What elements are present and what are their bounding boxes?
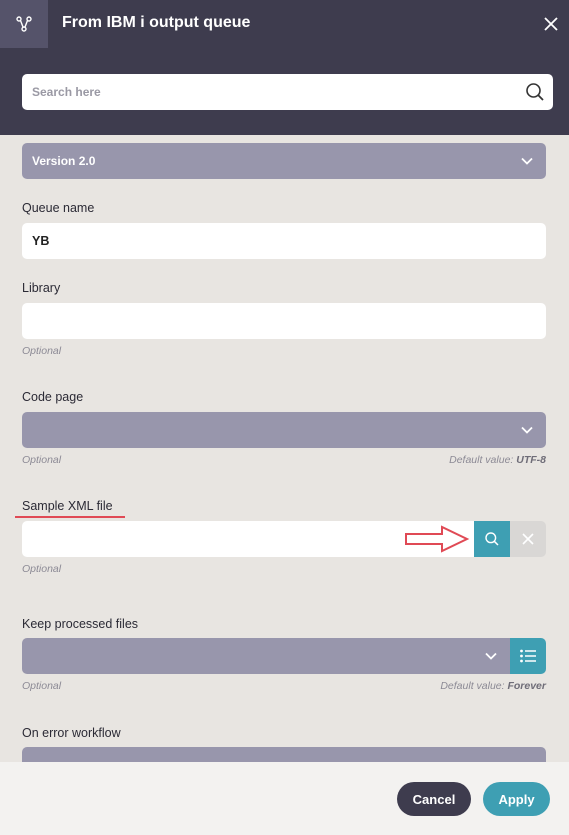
clear-file-button[interactable] xyxy=(510,521,546,557)
code-page-label: Code page xyxy=(22,390,84,404)
list-icon xyxy=(520,649,536,663)
library-label: Library xyxy=(22,281,61,295)
annotation-arrow-icon xyxy=(405,525,470,553)
annotation-underline xyxy=(15,516,125,518)
panel-header: From IBM i output queue xyxy=(0,0,569,135)
panel-title: From IBM i output queue xyxy=(62,14,251,31)
chevron-down-icon xyxy=(485,652,497,660)
sample-xml-label: Sample XML file xyxy=(22,499,113,513)
cancel-button[interactable]: Cancel xyxy=(397,782,471,816)
on-error-workflow-select[interactable] xyxy=(22,747,546,762)
browse-file-button[interactable] xyxy=(474,521,510,557)
queue-name-input[interactable] xyxy=(22,223,546,259)
code-page-default: Default value: UTF-8 xyxy=(449,453,546,467)
default-value: Forever xyxy=(507,680,546,692)
library-hint: Optional xyxy=(22,345,62,357)
version-select[interactable]: Version 2.0 xyxy=(22,143,546,179)
code-page-select[interactable] xyxy=(22,412,546,448)
keep-processed-select[interactable] xyxy=(22,638,510,674)
default-prefix: Default value: xyxy=(440,680,508,692)
panel-footer: Cancel Apply xyxy=(0,762,569,835)
form-content: Version 2.0 Queue name Library Optional … xyxy=(0,135,569,762)
keep-processed-hint: Optional xyxy=(22,680,62,692)
search-input[interactable] xyxy=(22,74,512,110)
default-prefix: Default value: xyxy=(449,454,517,466)
apply-button[interactable]: Apply xyxy=(483,782,550,816)
search-icon xyxy=(485,532,499,546)
default-value: UTF-8 xyxy=(516,454,546,466)
connector-icon xyxy=(0,0,48,48)
on-error-workflow-label: On error workflow xyxy=(22,726,121,740)
code-page-hint: Optional xyxy=(22,454,62,466)
queue-name-label: Queue name xyxy=(22,201,95,215)
list-options-button[interactable] xyxy=(510,638,546,674)
keep-processed-label: Keep processed files xyxy=(22,617,139,631)
sample-xml-hint: Optional xyxy=(22,563,62,575)
close-icon xyxy=(522,533,534,545)
keep-processed-default: Default value: Forever xyxy=(440,679,546,693)
chevron-down-icon xyxy=(521,426,533,434)
search-box xyxy=(22,74,553,110)
library-input[interactable] xyxy=(22,303,546,339)
close-icon[interactable] xyxy=(541,14,561,34)
version-select-label: Version 2.0 xyxy=(32,154,96,168)
chevron-down-icon xyxy=(521,157,533,165)
search-icon[interactable] xyxy=(525,82,545,102)
